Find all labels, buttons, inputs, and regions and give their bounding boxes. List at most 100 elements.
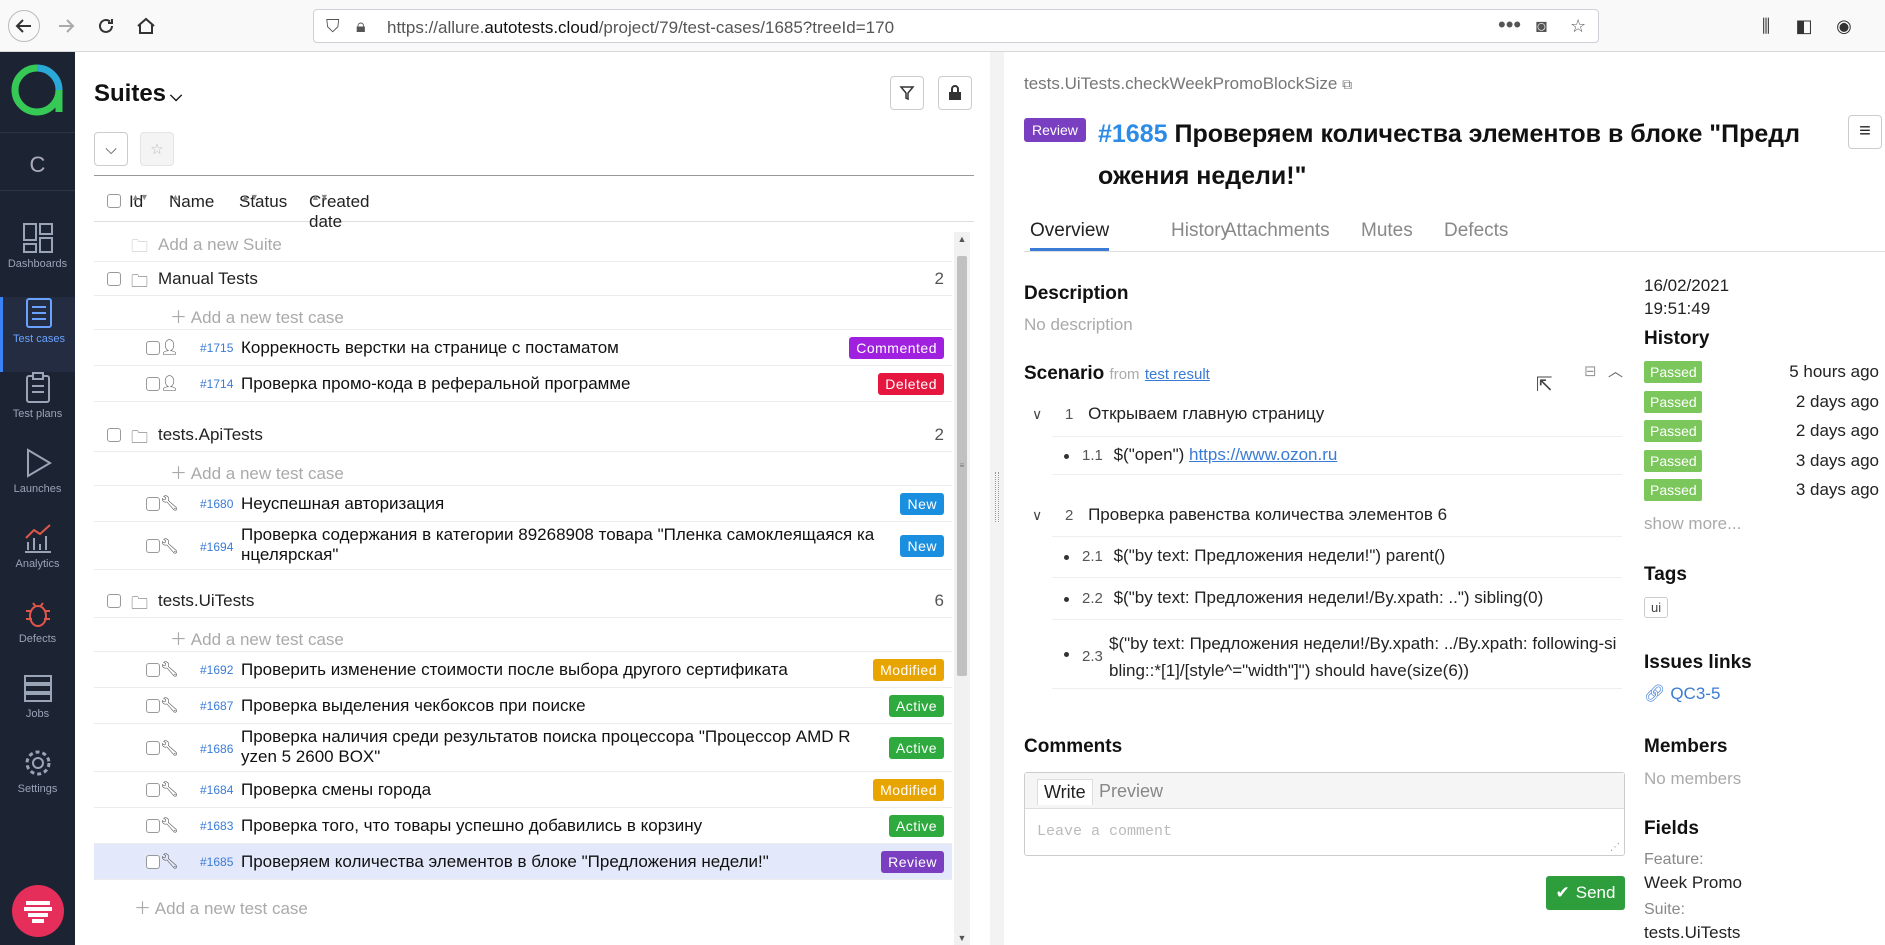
row-checkbox[interactable] [146, 340, 160, 355]
scenario-step[interactable]: ∨ 1 Открываем главную страницу [1032, 404, 1324, 424]
send-button[interactable]: ✔ Send [1546, 876, 1625, 910]
case-name[interactable]: Проверка наличия среди результатов поиск… [241, 727, 851, 767]
case-id[interactable]: #1680 [200, 497, 233, 511]
add-case-row[interactable]: ＋ Add a new test case [94, 618, 952, 652]
case-id[interactable]: #1685 [200, 855, 233, 869]
history-item[interactable]: Passed 2 days ago [1644, 420, 1882, 444]
select-all-checkbox[interactable] [107, 194, 121, 208]
filter-button[interactable] [890, 76, 924, 110]
table-row[interactable]: 🔧︎ #1687 Проверка выделения чекбоксов пр… [94, 688, 952, 724]
menu-button[interactable]: ≡ [1848, 115, 1882, 149]
row-checkbox[interactable] [146, 782, 160, 797]
suite-checkbox[interactable] [107, 271, 121, 286]
case-id[interactable]: #1714 [200, 377, 233, 391]
tab-history[interactable]: History [1171, 220, 1230, 242]
step-link[interactable]: https://www.ozon.ru [1189, 445, 1337, 464]
pocket-icon[interactable]: ◙ [1536, 16, 1547, 37]
more-icon[interactable]: ••• [1498, 12, 1521, 38]
case-name[interactable]: Неуспешная авторизация [241, 494, 444, 514]
case-id[interactable]: #1715 [200, 341, 233, 355]
table-row[interactable]: 👤︎ #1714 Проверка промо-кода в реферальн… [94, 366, 952, 402]
user-avatar[interactable] [12, 885, 64, 937]
history-item[interactable]: Passed 3 days ago [1644, 450, 1882, 474]
case-name[interactable]: Проверить изменение стоимости после выбо… [241, 660, 788, 680]
case-name[interactable]: Проверка содержания в категории 89268908… [241, 525, 874, 565]
copy-icon[interactable]: ⧉ [1342, 76, 1352, 92]
nav-settings[interactable]: Settings [0, 747, 75, 822]
history-item[interactable]: Passed 5 hours ago [1644, 361, 1882, 385]
tab-overview[interactable]: Overview [1030, 220, 1110, 251]
row-checkbox[interactable] [146, 496, 160, 511]
home-button[interactable] [130, 10, 162, 42]
expand-button[interactable]: ⌵ [94, 132, 128, 166]
case-name[interactable]: Проверка смены города [241, 780, 431, 800]
suite-checkbox[interactable] [107, 427, 121, 442]
lock-button[interactable] [938, 76, 972, 110]
table-row[interactable]: 👤︎ #1715 Коррекность верстки на странице… [94, 330, 952, 366]
scenario-step[interactable]: ∨ 2 Проверка равенства количества элемен… [1032, 505, 1447, 525]
suite-row[interactable]: 🗀 Manual Tests 2 [94, 262, 952, 296]
chevron-up-icon[interactable]: ︿ [1608, 360, 1623, 381]
row-checkbox[interactable] [146, 376, 160, 391]
suites-title[interactable]: Suites ⌵ [94, 80, 182, 108]
tag-chip[interactable]: ui [1644, 597, 1669, 618]
add-case-row[interactable]: ＋ Add a new test case [94, 880, 952, 918]
nav-test-plans[interactable]: Test plans [0, 372, 75, 447]
case-id[interactable]: #1683 [200, 819, 233, 833]
table-row[interactable]: 🔧︎ #1680 Неуспешная авторизация New [94, 486, 952, 522]
suite-row[interactable]: 🗀 tests.UiTests 6 [94, 584, 952, 618]
tab-mutes[interactable]: Mutes [1361, 220, 1413, 242]
comment-input[interactable]: Leave a comment [1037, 823, 1172, 840]
history-item[interactable]: Passed 3 days ago [1644, 479, 1882, 503]
tab-defects[interactable]: Defects [1444, 220, 1508, 242]
nav-jobs[interactable]: Jobs [0, 672, 75, 747]
address-bar[interactable]: ⛉ 🔒︎ https://allure.autotests.cloud/proj… [313, 9, 1599, 43]
case-id[interactable]: #1687 [200, 699, 233, 713]
table-row[interactable]: 🔧︎ #1683 Проверка того, что товары успеш… [94, 808, 952, 844]
row-checkbox[interactable] [146, 818, 160, 833]
tab-preview[interactable]: Preview [1093, 779, 1169, 804]
history-item[interactable]: Passed 2 days ago [1644, 391, 1882, 415]
show-more-link[interactable]: show more... [1644, 514, 1741, 534]
nav-defects[interactable]: Defects [0, 597, 75, 672]
table-row[interactable]: 🔧︎ #1684 Проверка смены города Modified [94, 772, 952, 808]
add-suite-row[interactable]: 🗀 Add a new Suite [94, 226, 952, 262]
star-icon[interactable]: ☆ [1570, 16, 1586, 37]
row-checkbox[interactable] [146, 662, 160, 677]
row-checkbox[interactable] [146, 698, 160, 713]
row-checkbox[interactable] [146, 740, 160, 755]
project-avatar[interactable]: C [0, 152, 75, 178]
case-name[interactable]: Проверка промо-кода в реферальной програ… [241, 374, 631, 394]
tab-attachments[interactable]: Attachments [1224, 220, 1330, 242]
case-id[interactable]: #1692 [200, 663, 233, 677]
forward-button[interactable] [50, 10, 82, 42]
back-button[interactable] [8, 10, 40, 42]
test-result-link[interactable]: test result [1145, 366, 1210, 383]
case-name[interactable]: Коррекность верстки на странице с постам… [241, 338, 619, 358]
issue-link[interactable]: 🔗︎ QC3-5 [1644, 684, 1720, 704]
allure-logo[interactable] [11, 64, 63, 116]
case-name[interactable]: Проверка того, что товары успешно добави… [241, 816, 702, 836]
nav-test-cases[interactable]: Test cases [0, 297, 75, 372]
nav-dashboards[interactable]: Dashboards [0, 222, 75, 297]
tab-write[interactable]: Write [1037, 779, 1093, 805]
list-scrollbar[interactable]: ▲ ≡ ▼ [954, 232, 970, 945]
case-id[interactable]: #1686 [200, 742, 233, 756]
reload-button[interactable] [90, 10, 122, 42]
row-checkbox[interactable] [146, 538, 160, 553]
layout-icon[interactable]: ⊟ [1584, 362, 1597, 380]
panel-splitter[interactable] [990, 52, 1004, 945]
table-row[interactable]: 🔧︎ #1686 Проверка наличия среди результа… [94, 724, 952, 772]
case-name[interactable]: Проверка выделения чекбоксов при поиске [241, 696, 586, 716]
nav-launches[interactable]: Launches [0, 447, 75, 522]
case-id[interactable]: #1684 [200, 783, 233, 797]
favorite-button[interactable]: ☆ [140, 132, 174, 166]
sidebar-icon[interactable]: ◧ [1788, 10, 1820, 42]
case-id[interactable]: #1694 [200, 540, 233, 554]
row-checkbox[interactable] [146, 854, 160, 869]
library-icon[interactable]: ⫼ [1750, 10, 1782, 42]
case-name[interactable]: Проверяем количества элементов в блоке "… [241, 852, 769, 872]
account-icon[interactable]: ◉ [1828, 10, 1860, 42]
table-row[interactable]: 🔧︎ #1694 Проверка содержания в категории… [94, 522, 952, 570]
table-row[interactable]: 🔧︎ #1692 Проверить изменение стоимости п… [94, 652, 952, 688]
